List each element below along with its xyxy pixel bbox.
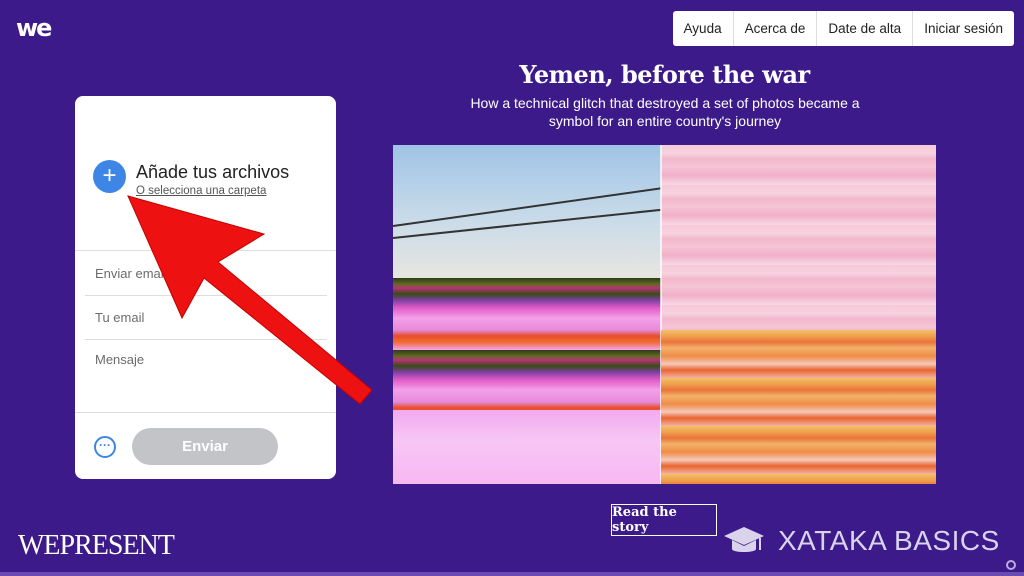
add-files-button[interactable]: + xyxy=(93,160,126,193)
nav-about[interactable]: Acerca de xyxy=(734,11,818,46)
nav-signup[interactable]: Date de alta xyxy=(817,11,914,46)
story-image[interactable] xyxy=(393,145,936,484)
divider xyxy=(75,412,336,413)
transfer-panel: + Añade tus archivos O selecciona una ca… xyxy=(75,96,336,479)
nav-login[interactable]: Iniciar sesión xyxy=(913,11,1014,46)
story-title: Yemen, before the war xyxy=(519,60,810,89)
select-folder-link[interactable]: O selecciona una carpeta xyxy=(136,185,289,197)
wepresent-logo[interactable]: WEPRESENT xyxy=(18,530,175,562)
divider xyxy=(75,250,336,251)
story-subtitle: How a technical glitch that destroyed a … xyxy=(470,95,860,129)
story-image-left xyxy=(393,145,672,484)
nav-help[interactable]: Ayuda xyxy=(673,11,734,46)
wetransfer-logo[interactable]: we xyxy=(16,14,52,42)
bottom-bar xyxy=(0,572,1024,576)
graduation-cap-icon xyxy=(724,527,764,552)
add-files-title[interactable]: Añade tus archivos xyxy=(136,161,289,183)
top-navigation: Ayuda Acerca de Date de alta Iniciar ses… xyxy=(672,11,1014,46)
read-story-button[interactable]: Read the story xyxy=(611,504,717,536)
send-email-field[interactable]: Enviar email a xyxy=(85,252,327,296)
corner-indicator xyxy=(1006,560,1016,570)
xataka-text: XATAKA BASICS xyxy=(778,525,1000,556)
message-field[interactable]: Mensaje xyxy=(85,352,327,412)
story-image-right xyxy=(660,145,936,484)
more-options-icon[interactable]: ··· xyxy=(94,436,116,458)
add-files-row: + Añade tus archivos O selecciona una ca… xyxy=(93,160,289,197)
your-email-field[interactable]: Tu email xyxy=(85,296,327,340)
xataka-watermark: XATAKA BASICS xyxy=(722,523,1000,559)
send-button[interactable]: Enviar xyxy=(132,428,278,465)
